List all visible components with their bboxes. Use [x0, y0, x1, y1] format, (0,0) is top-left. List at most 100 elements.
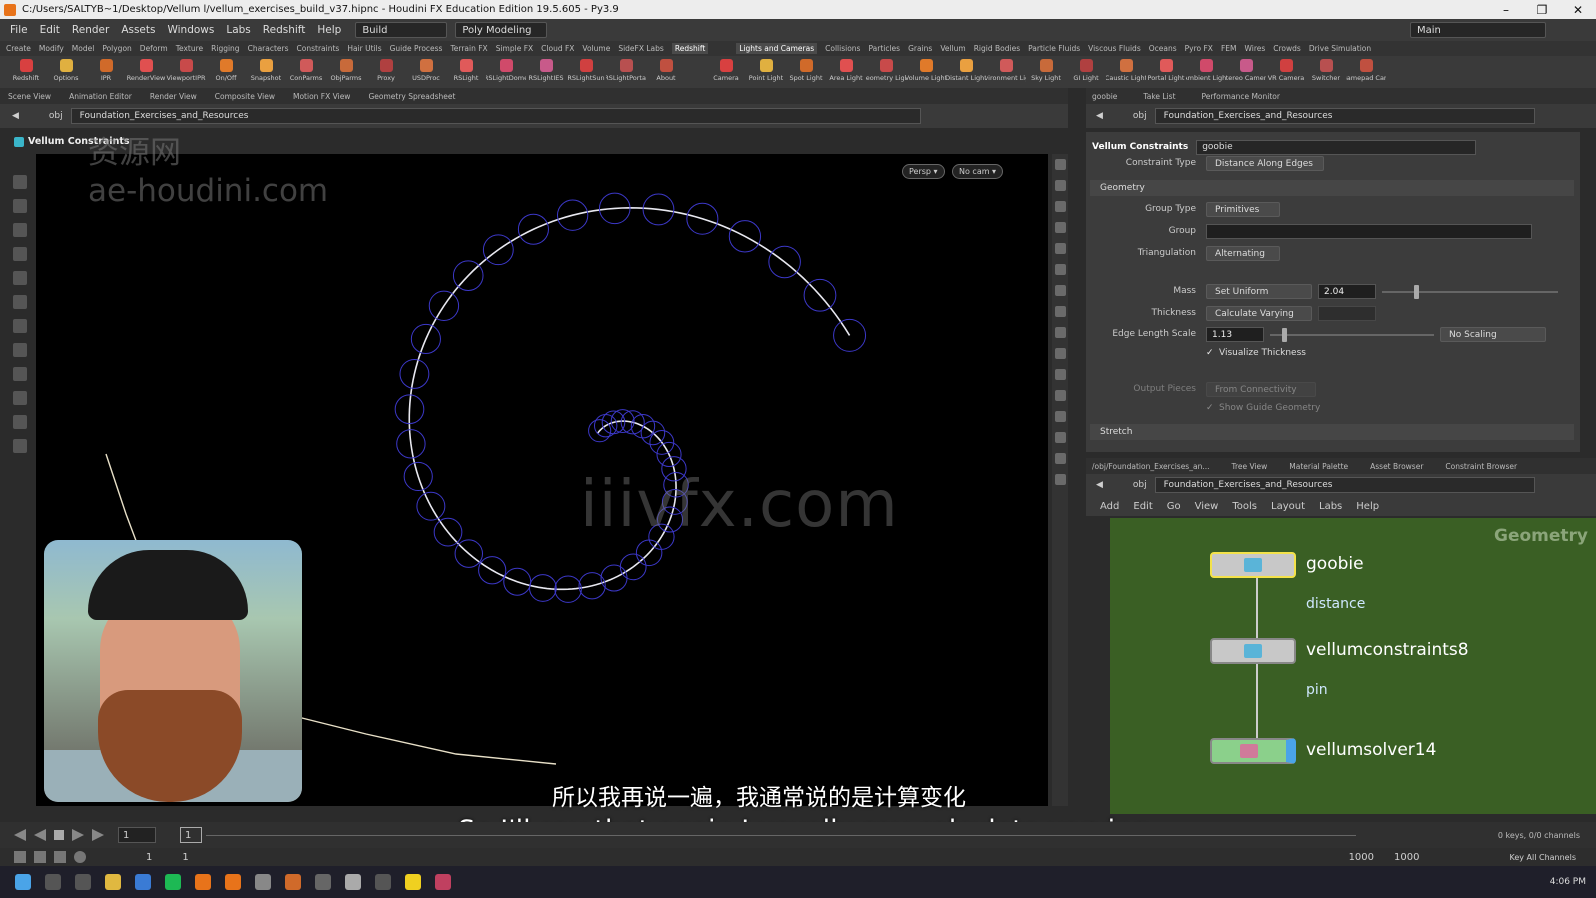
mass-mode-menu[interactable]: Set Uniform	[1206, 284, 1312, 299]
shelf-tool-r4[interactable]: Geometry Light	[866, 56, 906, 82]
shelf-tool-l15[interactable]: RSLightPortal	[606, 56, 646, 82]
scale-tool-icon[interactable]	[13, 271, 27, 285]
play-icon[interactable]	[72, 829, 84, 841]
shelf-tool-r5[interactable]: Volume Light	[906, 56, 946, 82]
network-menu-tools[interactable]: Tools	[1232, 501, 1257, 512]
menu-file[interactable]: File	[10, 24, 28, 36]
shelf-tool-r2[interactable]: Spot Light	[786, 56, 826, 82]
shelf-tool-r0[interactable]: Camera	[706, 56, 746, 82]
desktop-combo[interactable]: Poly Modeling	[455, 22, 548, 38]
snap-tool-icon[interactable]	[13, 367, 27, 381]
shelf-tool-r11[interactable]: Portal Light	[1146, 56, 1186, 82]
build-combo[interactable]: Build	[355, 22, 448, 38]
display-option-icon[interactable]	[1054, 369, 1066, 380]
display-option-icon[interactable]	[1054, 264, 1066, 275]
realtime-icon[interactable]	[14, 851, 26, 863]
tab-geometry-spreadsheet[interactable]: Geometry Spreadsheet	[368, 92, 455, 101]
shelf-tab[interactable]: Texture	[176, 44, 203, 53]
app-icon[interactable]	[315, 874, 331, 890]
shelf-tab[interactable]: Deform	[140, 44, 168, 53]
maximize-button[interactable]: ❐	[1524, 3, 1560, 17]
display-option-icon[interactable]	[1054, 306, 1066, 317]
tab-composite-view[interactable]: Composite View	[215, 92, 275, 101]
shelf-tool-l13[interactable]: RSLightIES	[526, 56, 566, 82]
view-tool-icon[interactable]	[13, 175, 27, 189]
shelf-tool-l11[interactable]: RSLight	[446, 56, 486, 82]
shelf-tool-l12[interactable]: RSLightDome	[486, 56, 526, 82]
camera-menu[interactable]: No cam ▾	[952, 164, 1004, 179]
display-option-icon[interactable]	[1054, 348, 1066, 359]
shelf-tab[interactable]: Polygon	[102, 44, 131, 53]
geometry-section[interactable]: Geometry	[1090, 180, 1574, 196]
loop-icon[interactable]	[54, 851, 66, 863]
shelf-tab[interactable]: Create	[6, 44, 31, 53]
stretch-section[interactable]: Stretch	[1090, 424, 1574, 440]
search-icon[interactable]	[45, 874, 61, 890]
tab-performance-monitor[interactable]: Performance Monitor	[1202, 92, 1280, 101]
shelf-tab-lights[interactable]: Lights and Cameras	[736, 43, 818, 54]
network-menu-edit[interactable]: Edit	[1133, 501, 1152, 512]
display-option-icon[interactable]	[1054, 411, 1066, 422]
app-icon[interactable]	[255, 874, 271, 890]
shelf-tool-l0[interactable]: Redshift	[6, 56, 46, 82]
app-icon[interactable]	[405, 874, 421, 890]
node-vellumconstraints8[interactable]	[1210, 638, 1296, 664]
network-menu-add[interactable]: Add	[1100, 501, 1119, 512]
display-option-icon[interactable]	[1054, 201, 1066, 212]
shelf-tab[interactable]: Modify	[39, 44, 64, 53]
node-name-field[interactable]: goobie	[1196, 139, 1477, 155]
visualize-thickness-toggle[interactable]: ✓ Visualize Thickness	[1206, 348, 1306, 358]
shelf-tab[interactable]: Volume	[582, 44, 610, 53]
shelf-tab-redshift[interactable]: Redshift	[671, 43, 709, 54]
menu-labs[interactable]: Labs	[226, 24, 250, 36]
shelf-tab[interactable]: Terrain FX	[450, 44, 487, 53]
shelf-tool-r14[interactable]: VR Camera	[1266, 56, 1306, 82]
shelf-tab[interactable]: Guide Process	[390, 44, 443, 53]
shelf-tab[interactable]: Pyro FX	[1185, 44, 1213, 53]
range-start[interactable]: 1	[146, 852, 152, 863]
network-menu-labs[interactable]: Labs	[1319, 501, 1342, 512]
back-arrow-icon[interactable]: ◀	[1096, 111, 1103, 121]
key-all-channels[interactable]: Key All Channels	[1509, 853, 1576, 862]
shelf-tool-r3[interactable]: Area Light	[826, 56, 866, 82]
menu-windows[interactable]: Windows	[167, 24, 214, 36]
tab-material-palette[interactable]: Material Palette	[1289, 462, 1348, 471]
network-view[interactable]: Geometry goobie distance vellumconstrain…	[1110, 518, 1596, 814]
handle-tool-icon[interactable]	[13, 295, 27, 309]
shelf-tab[interactable]: Viscous Fluids	[1088, 44, 1141, 53]
brush-tool-icon[interactable]	[13, 343, 27, 357]
display-option-icon[interactable]	[1054, 222, 1066, 233]
shelf-tab[interactable]: Rigging	[211, 44, 239, 53]
shelf-tab[interactable]: Crowds	[1273, 44, 1301, 53]
range-end-2[interactable]: 1000	[1394, 852, 1419, 863]
display-option-icon[interactable]	[1054, 453, 1066, 464]
network-menu-help[interactable]: Help	[1356, 501, 1379, 512]
shelf-tool-l4[interactable]: ViewportIPR	[166, 56, 206, 82]
tab-network[interactable]: /obj/Foundation_Exercises_an...	[1092, 462, 1209, 471]
camera-tool-icon[interactable]	[13, 439, 27, 453]
shelf-tool-l9[interactable]: Proxy	[366, 56, 406, 82]
shelf-tab[interactable]: Oceans	[1149, 44, 1177, 53]
range-start-2[interactable]: 1	[182, 852, 188, 863]
shelf-tab[interactable]: Particle Fluids	[1028, 44, 1080, 53]
shelf-tab[interactable]: Collisions	[825, 44, 860, 53]
tab-goobie[interactable]: goobie	[1092, 92, 1117, 101]
shelf-tool-l5[interactable]: On/Off	[206, 56, 246, 82]
shelf-tool-l7[interactable]: ConParms	[286, 56, 326, 82]
constraint-type-menu[interactable]: Distance Along Edges	[1206, 156, 1324, 171]
shelf-tab[interactable]: Model	[72, 44, 95, 53]
shelf-tab[interactable]: Grains	[908, 44, 932, 53]
mass-slider[interactable]	[1382, 291, 1558, 293]
shelf-tool-r1[interactable]: Point Light	[746, 56, 786, 82]
shelf-tool-l8[interactable]: ObjParms	[326, 56, 366, 82]
edge-length-scale-field[interactable]: 1.13	[1206, 327, 1264, 342]
display-option-icon[interactable]	[1054, 474, 1066, 485]
persp-menu[interactable]: Persp ▾	[902, 164, 945, 179]
shelf-tool-l2[interactable]: IPR	[86, 56, 126, 82]
stop-icon[interactable]	[54, 830, 64, 840]
back-arrow-icon[interactable]: ◀	[12, 111, 19, 121]
display-option-icon[interactable]	[1054, 285, 1066, 296]
tab-motion-fx-view[interactable]: Motion FX View	[293, 92, 350, 101]
shelf-tool-r16[interactable]: Gamepad Cam	[1346, 56, 1386, 82]
shelf-tool-l14[interactable]: RSLightSun	[566, 56, 606, 82]
